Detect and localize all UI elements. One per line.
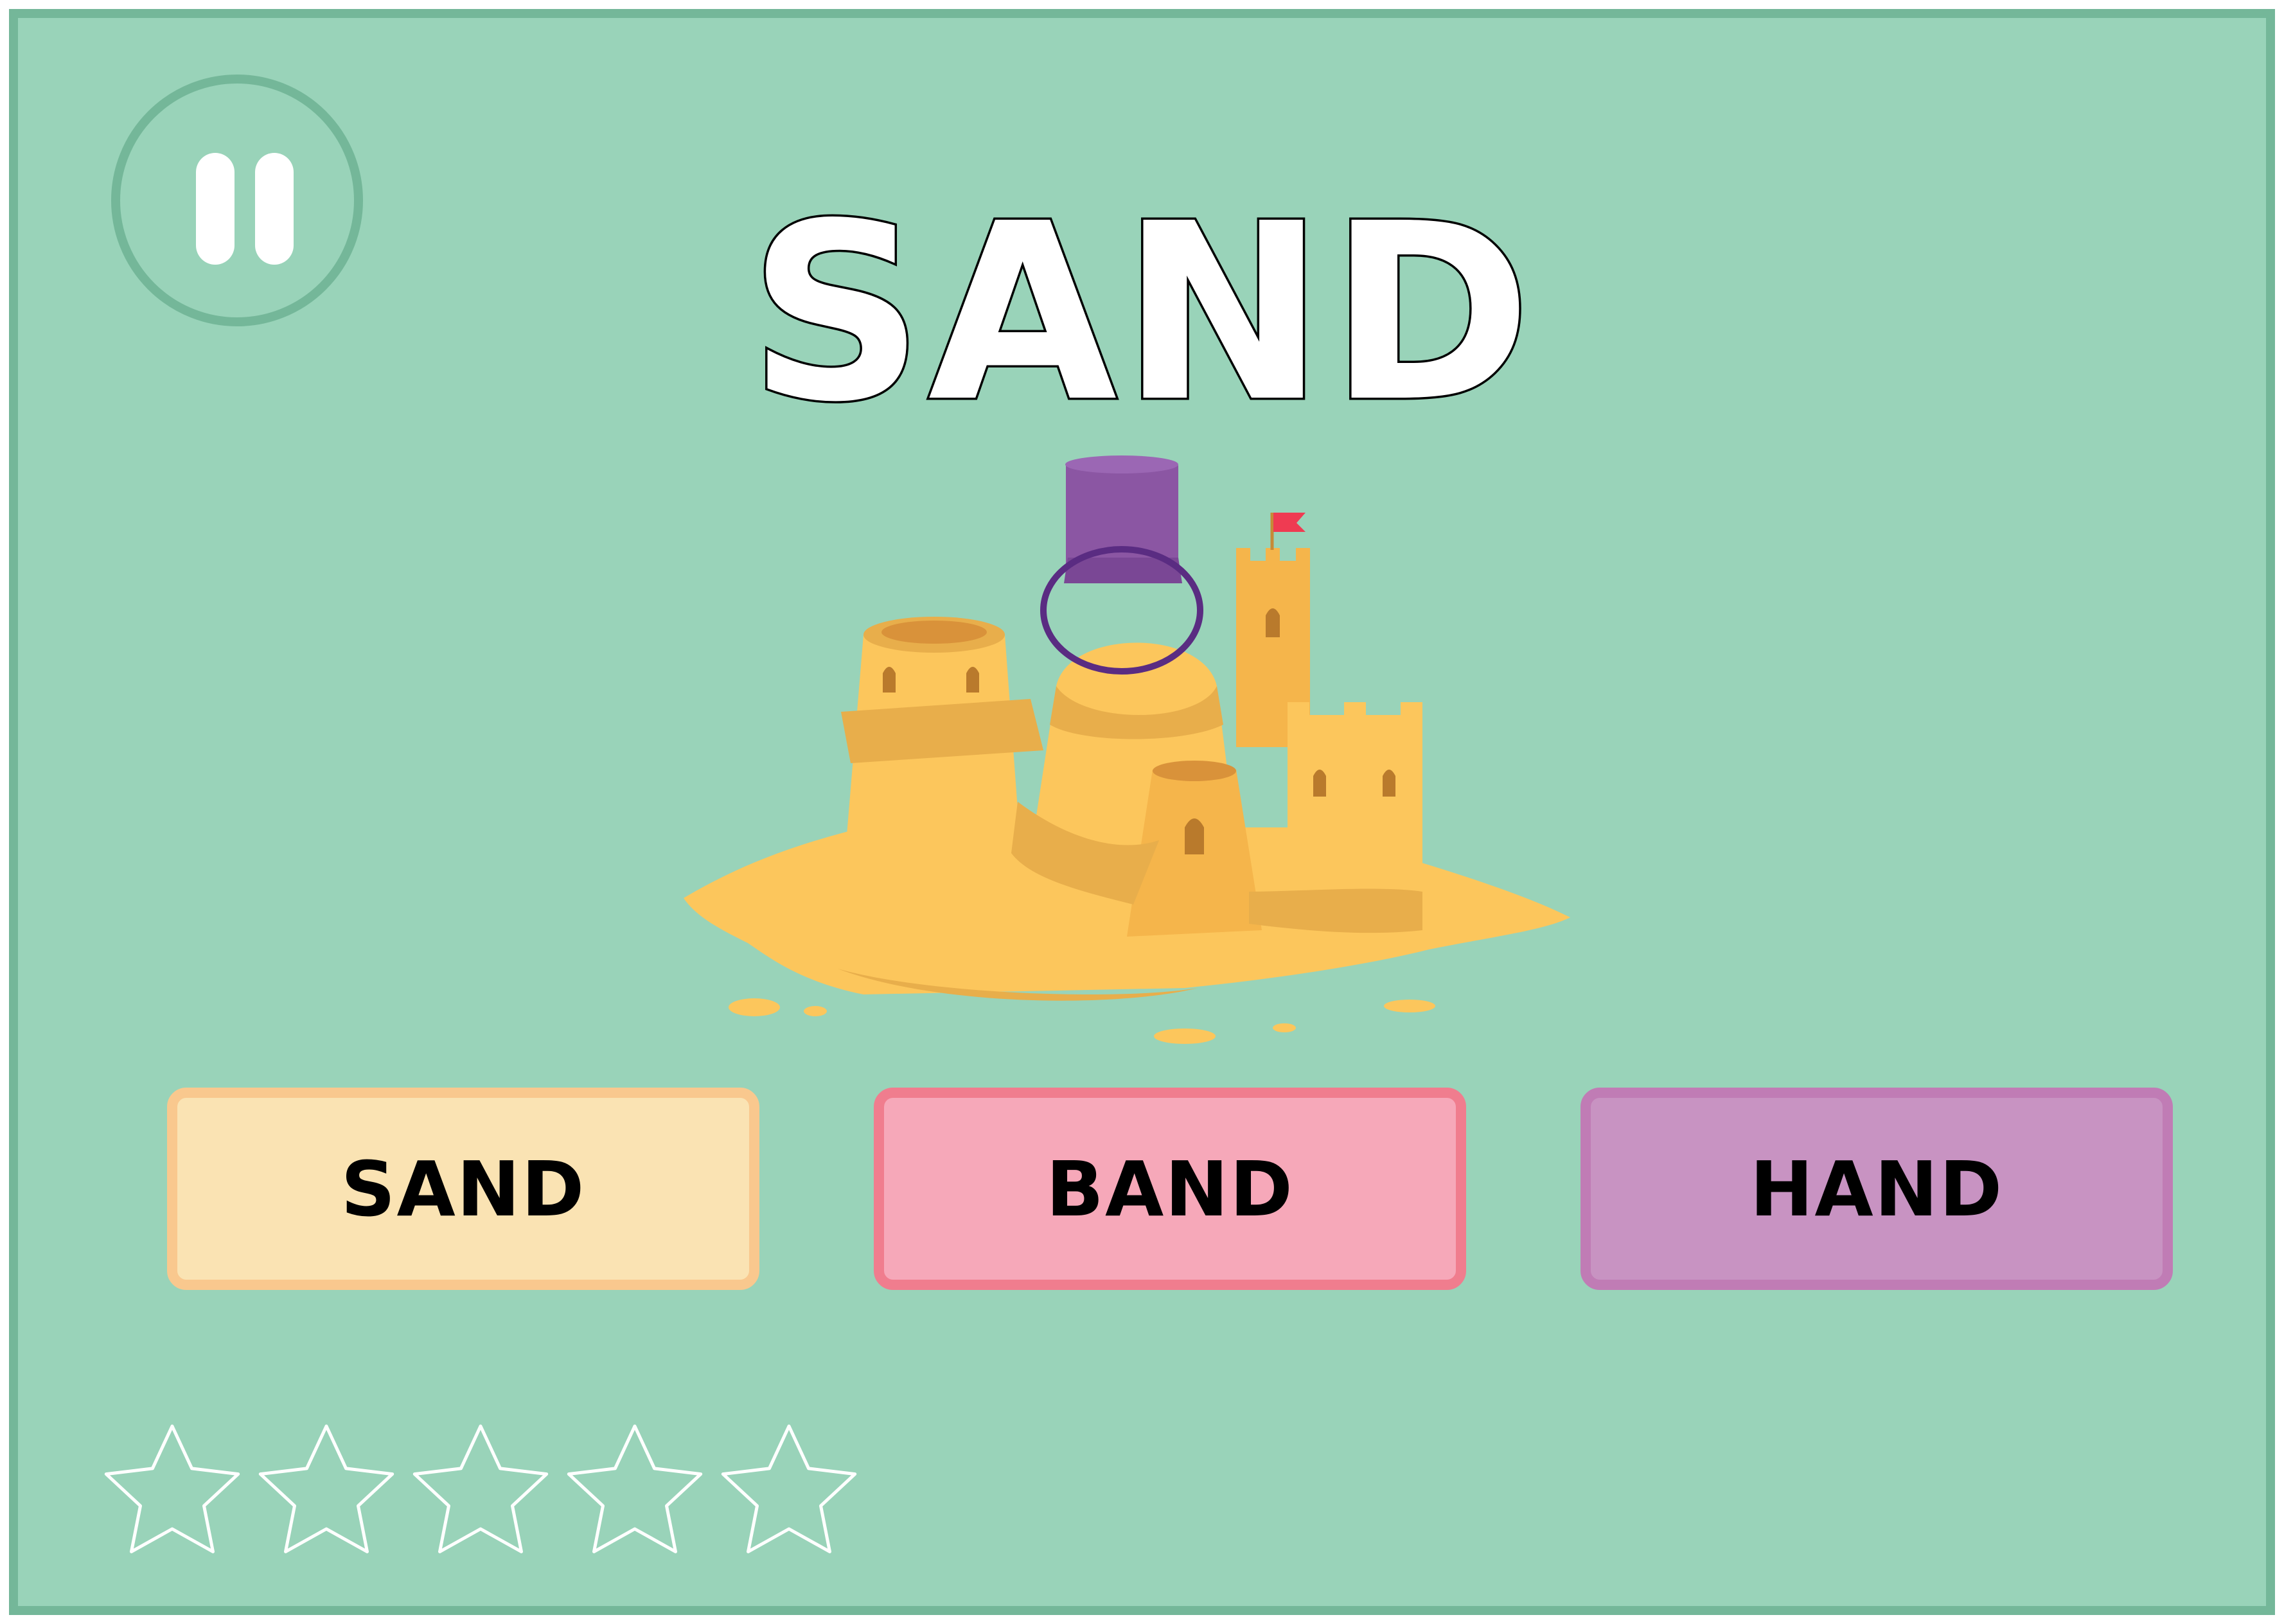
target-word: SAND	[18, 171, 2284, 455]
game-screen: SAND SAND BAND HAND	[9, 9, 2275, 1615]
star-icon	[721, 1424, 857, 1553]
star-icon	[412, 1424, 549, 1553]
star-rating	[104, 1424, 857, 1553]
answer-label: SAND	[341, 1144, 586, 1233]
answer-button-hand[interactable]: HAND	[1580, 1088, 2173, 1290]
star-icon	[258, 1424, 394, 1553]
answer-label: HAND	[1749, 1144, 2004, 1233]
answer-button-band[interactable]: BAND	[874, 1088, 1466, 1290]
star-icon	[567, 1424, 703, 1553]
right-tower	[1288, 715, 1422, 895]
answer-button-sand[interactable]: SAND	[167, 1088, 759, 1290]
target-word-text: SAND	[746, 171, 1536, 455]
answer-label: BAND	[1046, 1144, 1294, 1233]
flag-icon	[1273, 513, 1306, 532]
sandcastle-picture	[684, 455, 1570, 1044]
star-icon	[104, 1424, 240, 1553]
